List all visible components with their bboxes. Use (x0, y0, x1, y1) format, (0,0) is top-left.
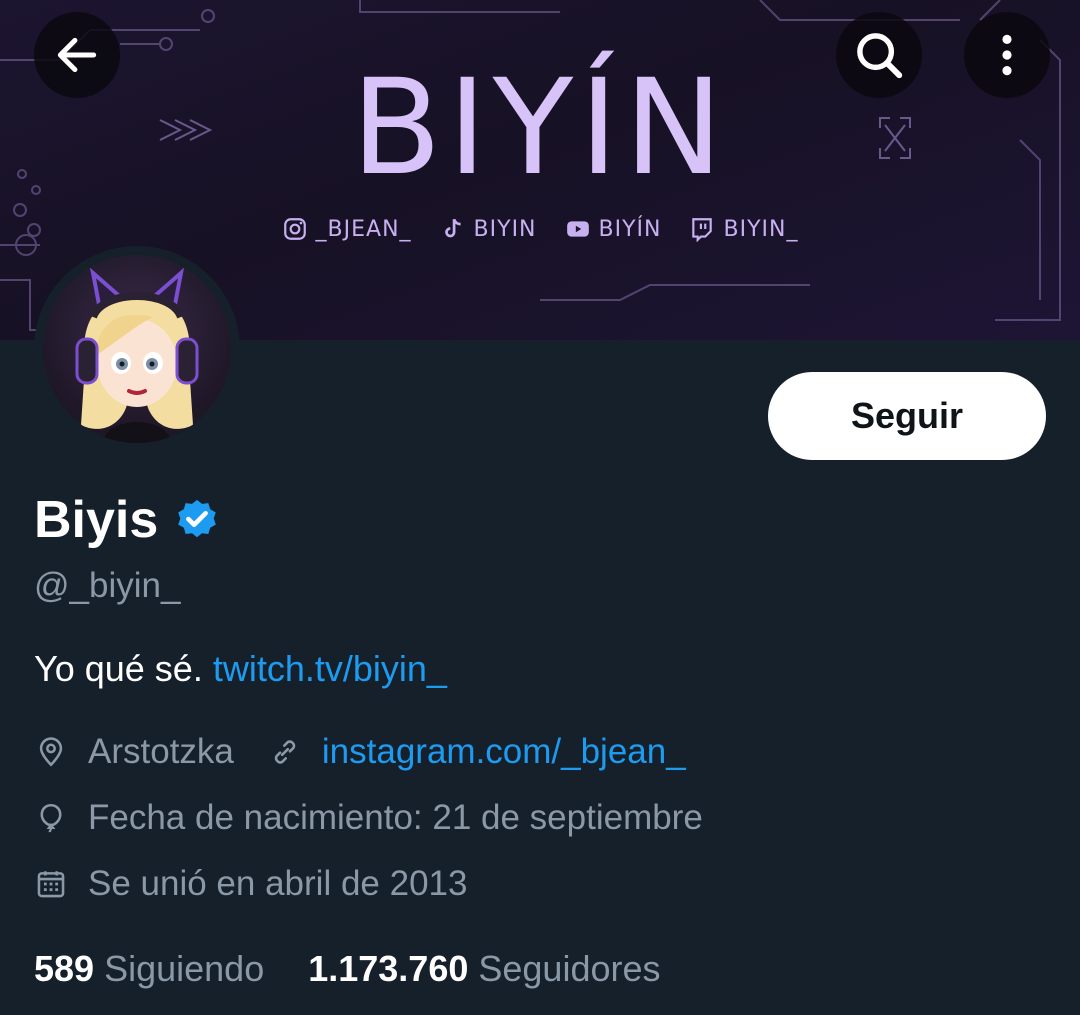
banner-brand-text: BIYÍN (351, 51, 729, 205)
social-twitch: BIYIN_ (689, 216, 798, 242)
display-name: Biyis (34, 491, 159, 549)
avatar-image (43, 255, 231, 443)
search-button[interactable] (836, 12, 922, 98)
link-icon (274, 740, 296, 764)
profile-handle: @_biyin_ (34, 566, 181, 605)
following-count: 589 (34, 948, 95, 989)
search-icon (857, 33, 903, 79)
followers-label: Seguidores (478, 948, 661, 989)
birthday-text: Fecha de nacimiento: 21 de septiembre (88, 798, 703, 837)
twitch-icon (692, 218, 713, 242)
website-link[interactable]: instagram.com/_bjean_ (322, 732, 686, 772)
social-youtube: BIYÍN (565, 216, 662, 242)
social-instagram: _BJEAN_ (282, 216, 412, 242)
calendar-icon (37, 871, 65, 898)
followers-stat[interactable]: 1.173.760 Seguidores (308, 948, 660, 990)
bio-text: Yo qué sé. (34, 648, 203, 689)
joined-text: Se unió en abril de 2013 (88, 864, 468, 903)
following-label: Siguiendo (104, 948, 265, 989)
profile-meta-location-website: Arstotzka instagram.com/_bjean_ (34, 732, 686, 772)
profile-stats: 589 Siguiendo 1.173.760 Seguidores (34, 948, 661, 990)
follow-button[interactable]: Seguir (768, 372, 1046, 460)
profile-meta-birthday: Fecha de nacimiento: 21 de septiembre (34, 798, 703, 838)
profile-bio: Yo qué sé. twitch.tv/biyin_ (34, 648, 447, 690)
bio-link[interactable]: twitch.tv/biyin_ (213, 648, 447, 689)
profile-name-row: Biyis (34, 490, 220, 550)
verified-badge-icon[interactable] (174, 497, 220, 543)
more-options-button[interactable] (964, 12, 1050, 98)
balloon-icon (40, 803, 62, 833)
social-label: BIYIN (473, 216, 537, 242)
back-button[interactable] (34, 12, 120, 98)
more-vertical-icon (1002, 34, 1012, 76)
social-tiktok: BIYIN (440, 216, 537, 242)
profile-avatar[interactable] (34, 246, 240, 452)
banner-social-list: _BJEAN_ BIYIN BIYÍN BIYIN_ (0, 216, 1080, 242)
followers-count: 1.173.760 (308, 948, 469, 989)
location-pin-icon (39, 737, 63, 767)
tiktok-icon (444, 218, 461, 238)
profile-meta-joined: Se unió en abril de 2013 (34, 864, 467, 904)
instagram-icon (283, 218, 306, 240)
avatar-illustration (75, 267, 199, 443)
location-text: Arstotzka (88, 732, 234, 771)
youtube-icon (566, 221, 589, 237)
social-label: _BJEAN_ (315, 216, 412, 242)
social-label: BIYIN_ (723, 216, 799, 242)
social-label: BIYÍN (598, 216, 662, 242)
back-arrow-icon (57, 37, 97, 73)
following-stat[interactable]: 589 Siguiendo (34, 948, 264, 990)
